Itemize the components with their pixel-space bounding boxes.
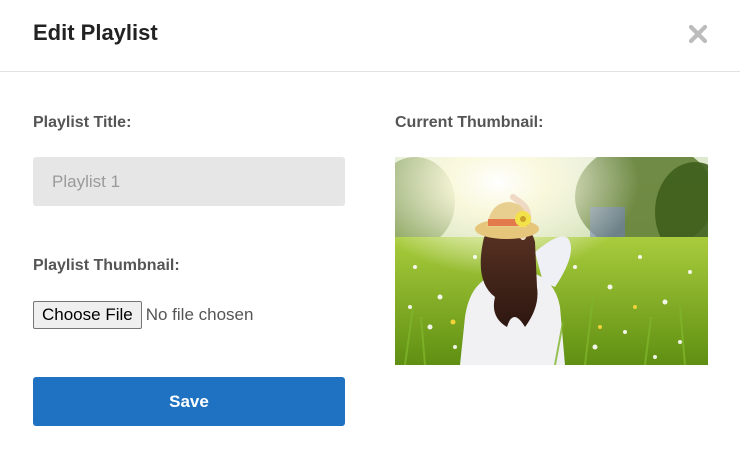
playlist-title-input[interactable] <box>33 157 345 206</box>
modal-title: Edit Playlist <box>33 20 158 45</box>
close-icon <box>688 24 708 44</box>
playlist-title-label: Playlist Title: <box>33 114 132 131</box>
file-picker: Choose File No file chosen <box>33 301 253 329</box>
choose-file-button[interactable]: Choose File <box>33 301 142 329</box>
save-button[interactable]: Save <box>33 377 345 426</box>
current-thumbnail-image <box>395 157 708 365</box>
current-thumbnail-label: Current Thumbnail: <box>395 114 544 131</box>
file-status-text: No file chosen <box>145 305 254 324</box>
playlist-thumbnail-label: Playlist Thumbnail: <box>33 257 180 274</box>
modal-header: Edit Playlist <box>0 0 740 72</box>
close-button[interactable] <box>686 22 710 46</box>
